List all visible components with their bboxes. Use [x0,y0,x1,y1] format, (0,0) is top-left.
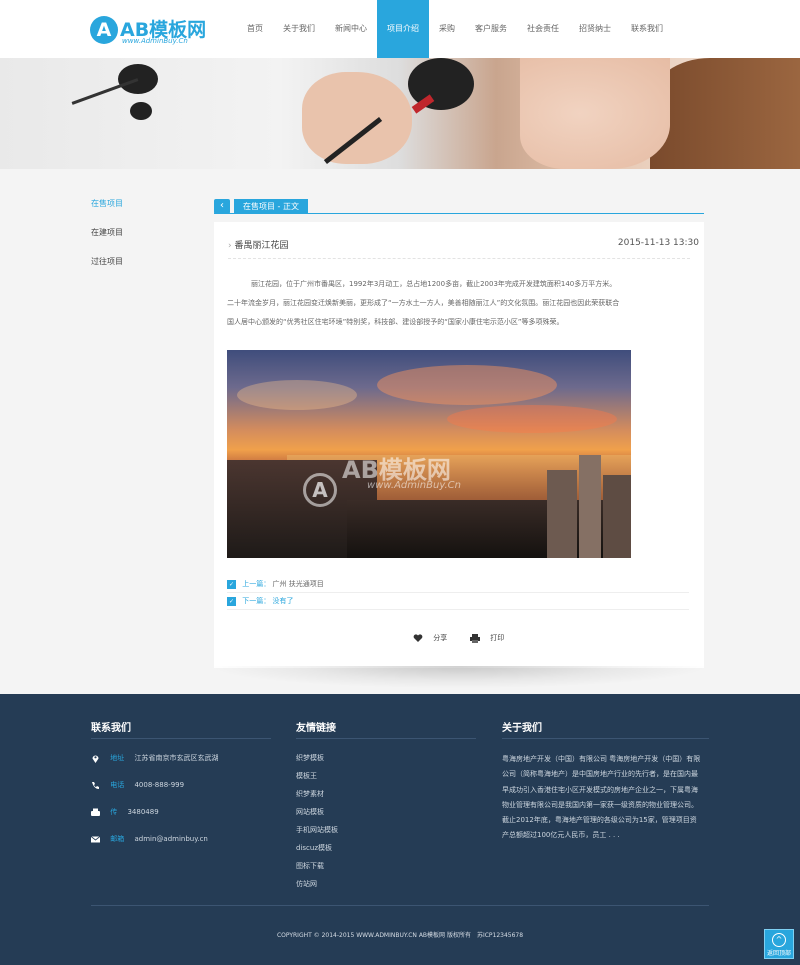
site-header: A AB模板网 www.AdminBuy.Cn 首页 关于我们 新闻中心 项目介… [0,0,800,58]
footer-title-underline [91,738,271,739]
nav-item-service[interactable]: 客户服务 [465,0,517,58]
article-paragraph-2: 二十年流金岁月，丽江花园变迁焕新美丽，更形成了“一方水土一方人，美善相随丽江人”… [227,299,620,307]
article-paragraph-1: 丽江花园，位于广州市番禺区，1992年3月动工，总占地1200多亩，截止2003… [251,280,617,288]
phone-label: 电话 [110,781,125,789]
footer-phone: 电话 4008-888-999 [91,780,184,790]
watermark-badge: A [303,473,337,507]
print-label: 打印 [490,634,505,642]
phone-icon [91,781,100,790]
banner-image [0,58,800,169]
email-label: 邮箱 [110,835,125,843]
arrow-icon: ✓ [227,579,236,589]
back-to-top-label: 返回顶部 [766,950,791,957]
nav-item-responsibility[interactable]: 社会责任 [517,0,569,58]
mail-icon [90,835,101,844]
next-title[interactable]: 没有了 [272,597,293,605]
site-footer: 联系我们 友情链接 关于我们 地址 江苏省南京市玄武区玄武湖 电话 4008-8… [0,694,800,965]
prev-title[interactable]: 广州 扶光通项目 [272,580,323,588]
fax-label: 传 [110,808,118,816]
title-bullet: › [228,241,232,251]
link-divider [227,592,689,593]
back-arrow-icon[interactable]: ‹ [214,199,230,214]
nav-item-careers[interactable]: 招贤纳士 [569,0,621,58]
fax-icon [91,808,100,817]
footer-links-title: 友情链接 [296,723,336,734]
friend-link[interactable]: 网站模板 [296,807,324,817]
copyright: COPYRIGHT © 2014-2015 WWW.ADMINBUY.CN AB… [276,932,524,939]
photo-cloud [377,365,557,405]
article-paragraph-3: 国人居中心颁发的“优秀社区住宅环境”特别奖，科技部、建设部授予的“国家小康住宅示… [227,318,564,326]
breadcrumb: 在售项目 - 正文 [234,199,308,214]
photo-cloud [237,380,357,410]
photo-cloud [447,405,617,433]
next-article-link[interactable]: ✓ 下一篇： 没有了 [227,596,293,606]
footer-email: 邮箱 admin@adminbuy.cn [90,834,208,844]
prev-article-link[interactable]: ✓ 上一篇： 广州 扶光通项目 [227,579,324,589]
breadcrumb-divider [214,213,704,214]
friend-link[interactable]: 织梦模板 [296,753,324,763]
photo-tower [603,475,631,558]
email-value[interactable]: admin@adminbuy.cn [134,835,207,843]
address-label: 地址 [110,754,125,762]
footer-about-text: 粤海房地产开发（中国）有限公司 粤海房地产开发（中国）有限公司（简称粤海地产）是… [502,755,701,840]
article-title-text: 番禺丽江花园 [234,241,289,251]
footer-divider [91,905,709,906]
friend-link[interactable]: 织梦素材 [296,789,324,799]
location-icon [91,754,100,763]
print-icon [470,633,480,643]
microphone-small [130,102,152,120]
nav-item-contact[interactable]: 联系我们 [621,0,673,58]
sidebar-item-on-sale[interactable]: 在售项目 [91,198,123,227]
nav-item-purchase[interactable]: 采购 [429,0,465,58]
nav-item-about[interactable]: 关于我们 [273,0,325,58]
hair-shape [650,58,800,169]
title-divider [228,258,690,259]
main-nav: 首页 关于我们 新闻中心 项目介绍 采购 客户服务 社会责任 招贤纳士 联系我们 [237,0,673,58]
footer-contact-title: 联系我们 [91,723,131,734]
article-date: 2015-11-13 13:30 [617,238,699,248]
panel-shadow [214,666,704,688]
footer-address: 地址 江苏省南京市玄武区玄武湖 [91,753,218,763]
link-divider [227,609,689,610]
sidebar-item-under-construction[interactable]: 在建项目 [91,227,123,256]
sidebar: 在售项目 在建项目 过往项目 [91,198,123,285]
photo-tower [579,455,601,558]
footer-about-title: 关于我们 [502,723,542,734]
nav-item-home[interactable]: 首页 [237,0,273,58]
article-title: › 番禺丽江花园 [228,238,289,251]
arrow-icon: ✓ [227,596,236,606]
face-shape [520,58,670,169]
footer-title-underline [296,738,476,739]
nav-item-projects[interactable]: 项目介绍 [377,0,429,58]
logo-badge: A [90,16,118,44]
share-button[interactable]: 分享 [413,633,447,643]
footer-title-underline [502,738,709,739]
arrow-up-icon: ^ [772,933,786,947]
share-label: 分享 [433,634,448,642]
next-label: 下一篇： [242,597,271,605]
friend-link[interactable]: discuz模板 [296,843,332,853]
logo[interactable]: A AB模板网 www.AdminBuy.Cn [90,14,230,46]
fax-value: 3480489 [127,808,159,816]
friend-link[interactable]: 模板王 [296,771,317,781]
friend-link[interactable]: 手机网站模板 [296,825,338,835]
nav-item-news[interactable]: 新闻中心 [325,0,377,58]
prev-label: 上一篇： [242,580,271,588]
friend-link[interactable]: 仿站网 [296,879,317,889]
print-button[interactable]: 打印 [470,633,504,643]
address-value: 江苏省南京市玄武区玄武湖 [134,754,219,762]
watermark-subtitle: www.AdminBuy.Cn [367,480,461,491]
article-photo: A AB模板网 www.AdminBuy.Cn [227,350,631,558]
friend-link[interactable]: 图标下载 [296,861,324,871]
logo-subtitle: www.AdminBuy.Cn [122,37,188,45]
sidebar-item-past[interactable]: 过往项目 [91,256,123,285]
photo-tower [547,470,577,558]
footer-fax: 传 3480489 [91,807,159,817]
phone-value: 4008-888-999 [134,781,185,789]
hand-shape [302,72,412,164]
back-to-top-button[interactable]: ^ 返回顶部 [764,929,794,959]
share-icon [413,633,423,643]
